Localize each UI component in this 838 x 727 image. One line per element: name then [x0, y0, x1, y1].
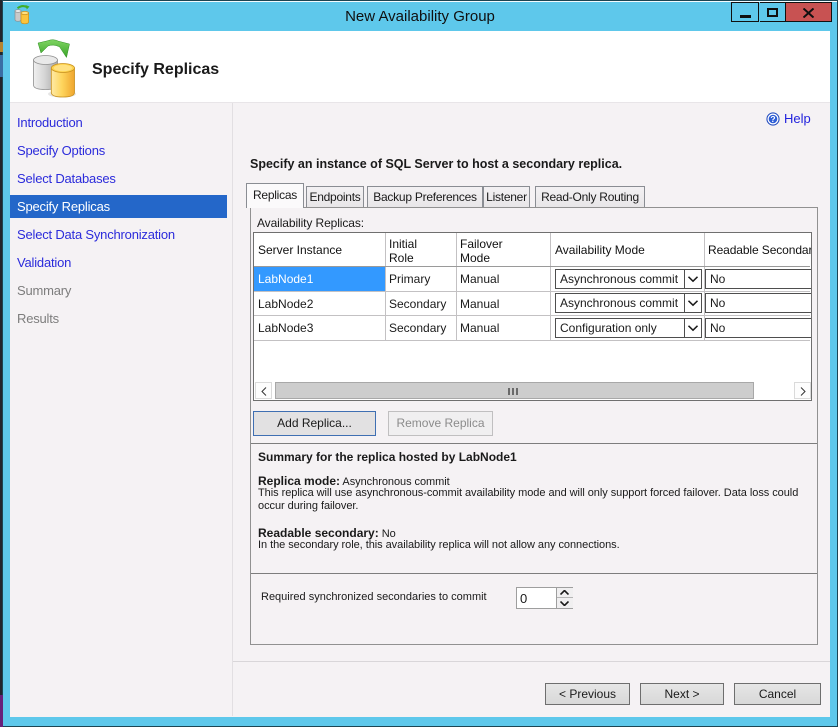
svg-text:?: ? [770, 114, 775, 124]
